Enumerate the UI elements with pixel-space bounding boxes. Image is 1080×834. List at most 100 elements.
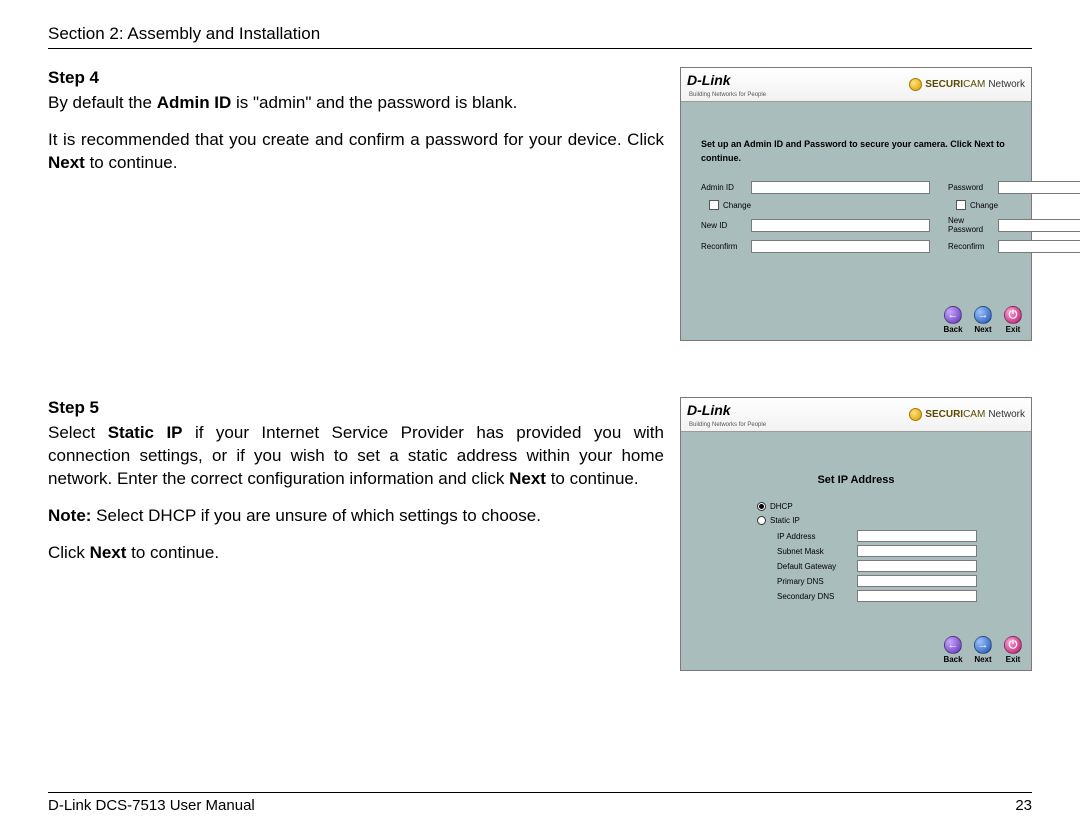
securicam-prefix: SECURI bbox=[925, 79, 963, 90]
bold-note: Note: bbox=[48, 506, 91, 525]
text: Click bbox=[48, 543, 90, 562]
label-change-1: Change bbox=[723, 201, 751, 210]
dhcp-radio[interactable] bbox=[757, 502, 766, 511]
step5-row: Step 5 Select Static IP if your Internet… bbox=[48, 397, 1032, 671]
admin-form-grid: Admin ID Password Change Change New ID N… bbox=[701, 181, 1011, 253]
arrow-left-icon: ← bbox=[944, 306, 962, 324]
text: Select bbox=[48, 423, 108, 442]
wizard-nav: ←Back →Next ⏻Exit bbox=[681, 632, 1031, 670]
ip-settings-list: DHCP Static IP IP Address Subnet Mask De… bbox=[701, 502, 1011, 602]
step5-text: Step 5 Select Static IP if your Internet… bbox=[48, 397, 664, 579]
next-label: Next bbox=[971, 325, 995, 334]
securicam-prefix: SECURI bbox=[925, 409, 963, 420]
brand-block: D-Link Building Networks for People bbox=[687, 72, 766, 98]
step4-title: Step 4 bbox=[48, 67, 664, 90]
page-footer: D-Link DCS-7513 User Manual 23 bbox=[48, 792, 1032, 814]
wizard-header: D-Link Building Networks for People SECU… bbox=[681, 398, 1031, 432]
next-label: Next bbox=[971, 655, 995, 664]
wizard-step5: D-Link Building Networks for People SECU… bbox=[680, 397, 1032, 671]
bold-admin-id: Admin ID bbox=[157, 93, 232, 112]
step4-para2: It is recommended that you create and co… bbox=[48, 129, 664, 175]
label-static-ip: Static IP bbox=[770, 516, 800, 525]
password-input[interactable] bbox=[998, 181, 1080, 194]
text: It is recommended that you create and co… bbox=[48, 130, 664, 149]
brand-logo: D-Link bbox=[687, 402, 731, 418]
next-button[interactable]: →Next bbox=[971, 306, 995, 334]
power-icon: ⏻ bbox=[1004, 306, 1022, 324]
power-icon: ⏻ bbox=[1004, 636, 1022, 654]
securicam-tail: Network bbox=[988, 409, 1025, 420]
change-id-checkbox[interactable] bbox=[709, 200, 719, 210]
primary-dns-input[interactable] bbox=[857, 575, 977, 587]
ip-address-input[interactable] bbox=[857, 530, 977, 542]
label-subnet-mask: Subnet Mask bbox=[777, 547, 857, 556]
new-id-input[interactable] bbox=[751, 219, 930, 232]
securicam-suffix: CAM bbox=[963, 79, 985, 90]
step4-para1: By default the Admin ID is "admin" and t… bbox=[48, 92, 664, 115]
step5-para3: Click Next to continue. bbox=[48, 542, 664, 565]
step4-text: Step 4 By default the Admin ID is "admin… bbox=[48, 67, 664, 189]
wizard-step4: D-Link Building Networks for People SECU… bbox=[680, 67, 1032, 341]
wizard-header: D-Link Building Networks for People SECU… bbox=[681, 68, 1031, 102]
text: to continue. bbox=[126, 543, 219, 562]
arrow-left-icon: ← bbox=[944, 636, 962, 654]
step4-row: Step 4 By default the Admin ID is "admin… bbox=[48, 67, 1032, 341]
label-new-id: New ID bbox=[701, 221, 745, 230]
wizard-body: Set up an Admin ID and Password to secur… bbox=[681, 102, 1031, 302]
step5-para1: Select Static IP if your Internet Servic… bbox=[48, 422, 664, 491]
label-secondary-dns: Secondary DNS bbox=[777, 592, 857, 601]
brand-tagline: Building Networks for People bbox=[689, 422, 766, 428]
text: By default the bbox=[48, 93, 157, 112]
arrow-right-icon: → bbox=[974, 636, 992, 654]
text: Select DHCP if you are unsure of which s… bbox=[91, 506, 540, 525]
back-label: Back bbox=[941, 655, 965, 664]
static-ip-radio[interactable] bbox=[757, 516, 766, 525]
securicam-badge: SECURICAM Network bbox=[909, 78, 1025, 91]
arrow-right-icon: → bbox=[974, 306, 992, 324]
label-change-2: Change bbox=[970, 201, 998, 210]
securicam-suffix: CAM bbox=[963, 409, 985, 420]
reconfirm-password-input[interactable] bbox=[998, 240, 1080, 253]
new-password-input[interactable] bbox=[998, 219, 1080, 232]
bold-next: Next bbox=[48, 153, 85, 172]
wizard-lead-text: Set up an Admin ID and Password to secur… bbox=[701, 138, 1011, 165]
footer-manual-name: D-Link DCS-7513 User Manual bbox=[48, 797, 255, 814]
exit-label: Exit bbox=[1001, 325, 1025, 334]
label-default-gateway: Default Gateway bbox=[777, 562, 857, 571]
brand-block: D-Link Building Networks for People bbox=[687, 402, 766, 428]
label-new-password: New Password bbox=[948, 216, 992, 234]
wizard-title: Set IP Address bbox=[701, 474, 1011, 486]
default-gateway-input[interactable] bbox=[857, 560, 977, 572]
text: to continue. bbox=[546, 469, 639, 488]
back-label: Back bbox=[941, 325, 965, 334]
label-ip-address: IP Address bbox=[777, 532, 857, 541]
step5-title: Step 5 bbox=[48, 397, 664, 420]
exit-button[interactable]: ⏻Exit bbox=[1001, 636, 1025, 664]
label-dhcp: DHCP bbox=[770, 502, 793, 511]
back-button[interactable]: ←Back bbox=[941, 636, 965, 664]
label-reconfirm-password: Reconfirm bbox=[948, 242, 992, 251]
wizard-body: Set IP Address DHCP Static IP IP Address… bbox=[681, 432, 1031, 632]
label-primary-dns: Primary DNS bbox=[777, 577, 857, 586]
back-button[interactable]: ←Back bbox=[941, 306, 965, 334]
bold-next: Next bbox=[509, 469, 546, 488]
bold-next: Next bbox=[90, 543, 127, 562]
brand-logo: D-Link bbox=[687, 72, 731, 88]
bold-static-ip: Static IP bbox=[108, 423, 183, 442]
footer-page-number: 23 bbox=[1015, 797, 1032, 814]
admin-id-input[interactable] bbox=[751, 181, 930, 194]
reconfirm-id-input[interactable] bbox=[751, 240, 930, 253]
secondary-dns-input[interactable] bbox=[857, 590, 977, 602]
text: to continue. bbox=[85, 153, 178, 172]
change-password-checkbox[interactable] bbox=[956, 200, 966, 210]
text: is "admin" and the password is blank. bbox=[231, 93, 517, 112]
exit-button[interactable]: ⏻Exit bbox=[1001, 306, 1025, 334]
step5-para2: Note: Select DHCP if you are unsure of w… bbox=[48, 505, 664, 528]
section-header: Section 2: Assembly and Installation bbox=[48, 24, 1032, 49]
next-button[interactable]: →Next bbox=[971, 636, 995, 664]
exit-label: Exit bbox=[1001, 655, 1025, 664]
wizard-nav: ←Back →Next ⏻Exit bbox=[681, 302, 1031, 340]
label-password: Password bbox=[948, 183, 992, 192]
label-admin-id: Admin ID bbox=[701, 183, 745, 192]
subnet-mask-input[interactable] bbox=[857, 545, 977, 557]
